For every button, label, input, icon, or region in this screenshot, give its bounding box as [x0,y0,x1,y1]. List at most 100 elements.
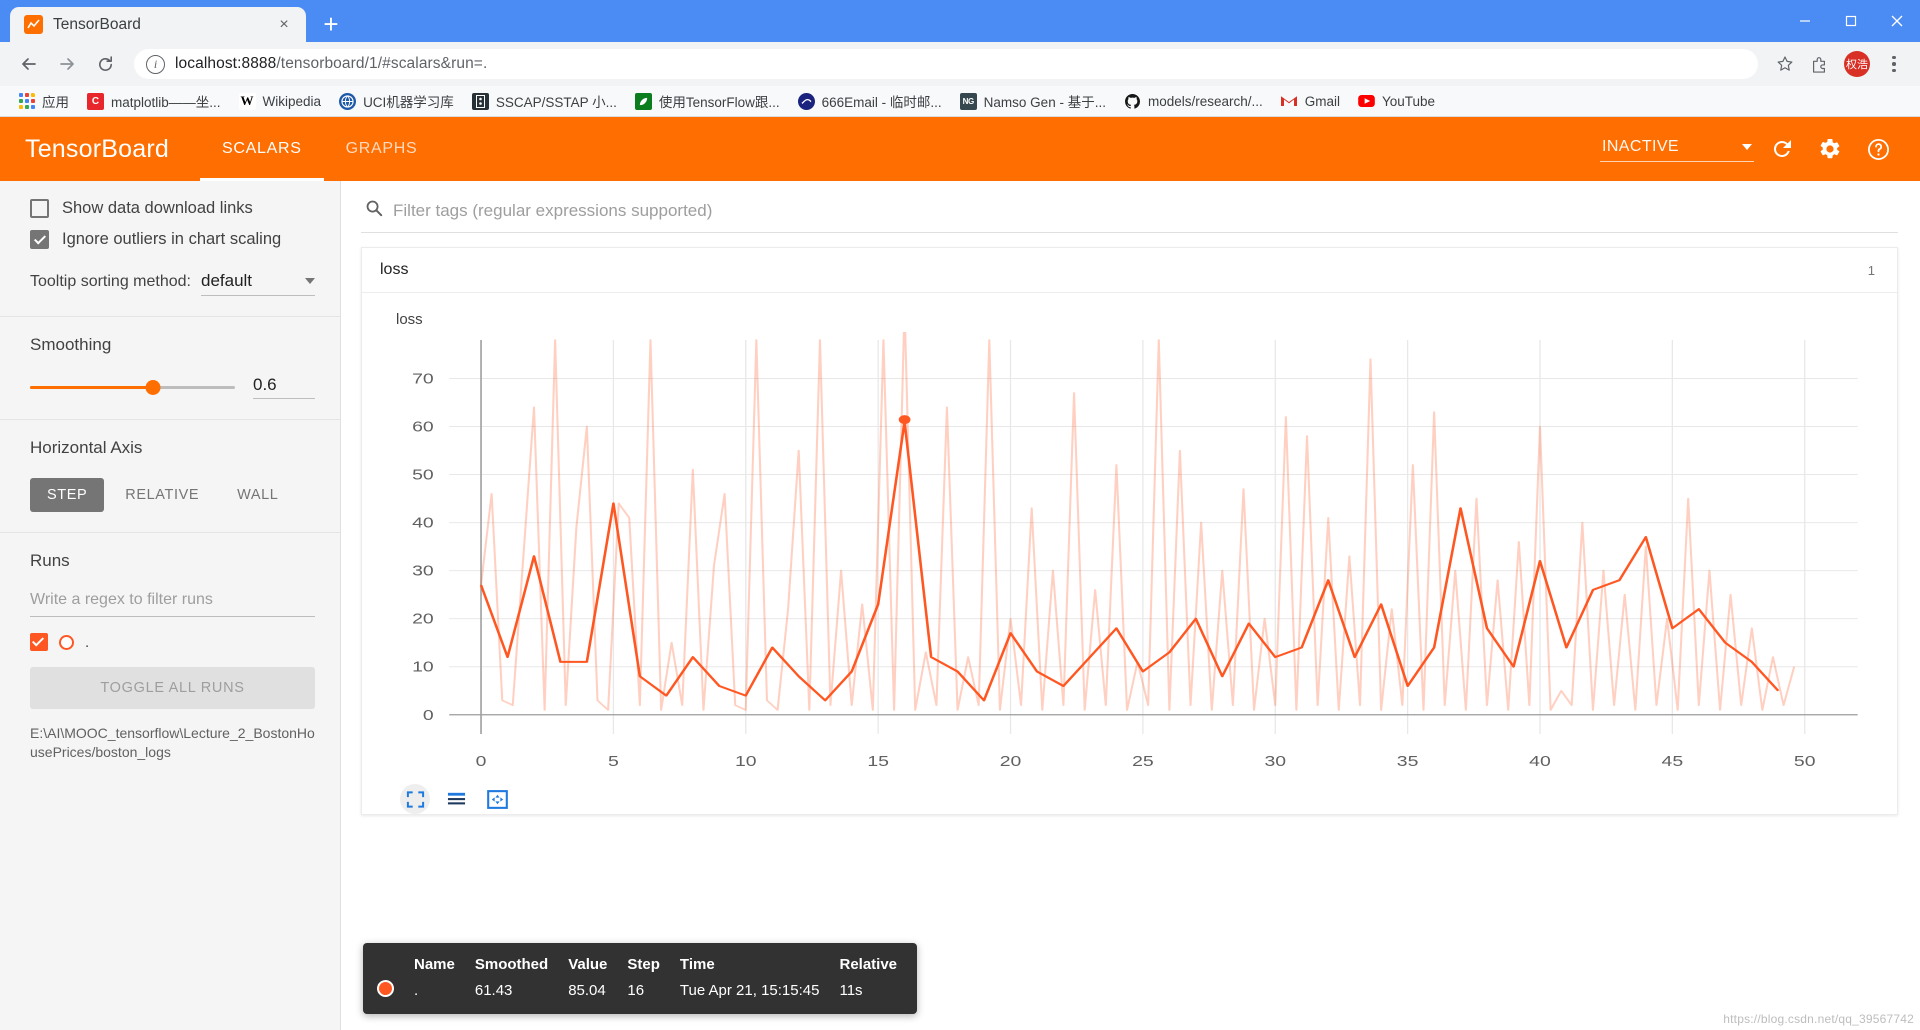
bookmark-youtube[interactable]: YouTube [1350,90,1443,113]
bookmark-wikipedia[interactable]: W Wikipedia [231,90,330,113]
forward-button[interactable] [50,47,84,81]
expand-icon[interactable] [482,784,512,814]
tab-scalars[interactable]: SCALARS [200,117,324,181]
chart-highlight-point [898,415,911,425]
checkbox-label: Show data download links [62,199,253,217]
bookmark-tensorflow-guide[interactable]: 使用TensorFlow跟... [627,88,788,114]
card-header[interactable]: loss 1 [362,248,1897,293]
url-host: localhost:8888 [175,55,277,72]
window-maximize-button[interactable] [1828,0,1874,42]
smoothing-row: 0.6 [30,375,315,399]
help-button[interactable] [1858,129,1898,169]
svg-text:30: 30 [1264,752,1286,769]
svg-text:30: 30 [412,562,434,579]
runs-filter-input[interactable]: Write a regex to filter runs [30,591,315,617]
chevron-down-icon [1742,144,1752,150]
scalar-card-loss: loss 1 loss 0 10 20 30 40 50 60 70 0 5 10 15 20 25 30 3… [361,247,1898,815]
browser-tab-tensorboard[interactable]: TensorBoard × [10,7,306,42]
run-color-swatch [59,634,74,650]
bookmark-matplotlib[interactable]: C matplotlib——坐... [79,88,229,114]
tab-title: TensorBoard [53,15,141,33]
chrome-menu-button[interactable] [1880,49,1908,79]
chart-toolbar [400,784,1881,814]
svg-text:45: 45 [1662,752,1684,769]
run-checkbox-icon[interactable] [30,633,48,651]
run-log-path: E:\AI\MOOC_tensorflow\Lecture_2_BostonHo… [30,725,315,760]
tab-strip: TensorBoard × + [0,0,1920,42]
svg-text:10: 10 [412,658,434,675]
loss-line-chart[interactable]: 0 10 20 30 40 50 60 70 0 5 10 15 20 25 30 35 40 45 50 [378,332,1881,782]
bookmark-label: 666Email - 临时邮... [821,95,942,110]
tensorboard-tabs: SCALARS GRAPHS [200,117,439,181]
bookmark-label: matplotlib——坐... [111,95,221,110]
back-button[interactable] [12,47,46,81]
svg-text:5: 5 [608,752,619,769]
checkbox-ignore-outliers[interactable]: Ignore outliers in chart scaling [30,230,315,249]
toggle-y-axis-icon[interactable] [441,784,471,814]
tooltip-th-step: Step [627,956,660,973]
youtube-icon [1358,93,1375,110]
tab-close-icon[interactable]: × [274,15,294,35]
axis-option-wall[interactable]: WALL [220,478,295,512]
address-bar[interactable]: i localhost:8888/tensorboard/1/#scalars&… [134,49,1758,79]
slider-fill [30,385,153,389]
slider-knob[interactable] [145,379,161,395]
tag-filter-row[interactable]: Filter tags (regular expressions support… [361,181,1898,233]
svg-text:40: 40 [1529,752,1551,769]
new-tab-button[interactable]: + [314,7,348,41]
reload-mode-select[interactable]: INACTIVE [1600,136,1754,162]
profile-avatar[interactable]: 权浩 [1844,51,1870,77]
tensorboard-header: TensorBoard SCALARS GRAPHS INACTIVE [0,117,1920,181]
refresh-button[interactable] [1762,129,1802,169]
toggle-all-runs-button[interactable]: TOGGLE ALL RUNS [30,667,315,709]
bookmark-gmail[interactable]: Gmail [1273,90,1348,113]
svg-text:40: 40 [412,514,434,531]
bookmark-star-icon[interactable] [1770,49,1800,79]
svg-text:20: 20 [1000,752,1022,769]
c-icon: C [87,92,104,110]
fit-domain-icon[interactable] [400,784,430,814]
site-info-icon[interactable]: i [146,54,165,74]
bookmark-label: 应用 [42,95,69,110]
axis-option-relative[interactable]: RELATIVE [108,478,216,512]
bookmark-label: models/research/... [1147,93,1263,109]
extensions-icon[interactable] [1804,49,1834,79]
url-path: /tensorboard/1/#scalars&run=. [276,55,488,72]
smoothing-value-input[interactable]: 0.6 [253,375,315,399]
tooltip-sorting-label: Tooltip sorting method: [30,273,191,290]
window-minimize-button[interactable] [1782,0,1828,42]
tensorboard-body: Show data download links Ignore outliers… [0,181,1920,1030]
tensorboard-logo[interactable]: TensorBoard [0,135,200,164]
axis-option-step[interactable]: STEP [30,478,105,512]
browser-toolbar: i localhost:8888/tensorboard/1/#scalars&… [0,42,1920,86]
window-controls [1782,0,1920,42]
tooltip-sorting-row: Tooltip sorting method: default [30,271,315,296]
settings-button[interactable] [1810,129,1850,169]
bookmark-sscap[interactable]: SSCAP/SSTAP 小... [464,88,625,114]
tooltip-sorting-select[interactable]: default [200,271,315,296]
svg-text:10: 10 [735,752,757,769]
run-item[interactable]: . [30,633,315,651]
watermark-text: https://blog.csdn.net/qq_39567742 [1723,1012,1914,1026]
tab-graphs[interactable]: GRAPHS [324,117,440,181]
tooltip-run-swatch [377,980,414,1001]
tooltip-th-swatch [377,956,414,980]
window-close-button[interactable] [1874,0,1920,42]
horizontal-axis-title: Horizontal Axis [30,438,143,457]
reload-button[interactable] [88,47,122,81]
bookmark-namso-gen[interactable]: NG Namso Gen - 基于... [952,88,1114,114]
chevron-down-icon [305,278,315,284]
sidebar-section-runs: Runs Write a regex to filter runs . TOGG… [0,533,340,782]
bookmark-666email[interactable]: 666Email - 临时邮... [790,88,950,114]
smoothing-slider[interactable] [30,378,235,396]
bookmark-uci[interactable]: UCI机器学习库 [331,88,462,114]
series-raw-loss [479,332,1796,711]
svg-text:70: 70 [412,370,434,387]
sidebar: Show data download links Ignore outliers… [0,181,341,1030]
tooltip-th-value: Value [568,956,608,973]
bookmark-models-research[interactable]: models/research/... [1116,90,1271,113]
tooltip-relative: 11s [839,982,863,999]
checkbox-show-data-download-links[interactable]: Show data download links [30,199,315,218]
bookmark-apps[interactable]: 应用 [10,88,77,114]
svg-text:20: 20 [412,610,434,627]
